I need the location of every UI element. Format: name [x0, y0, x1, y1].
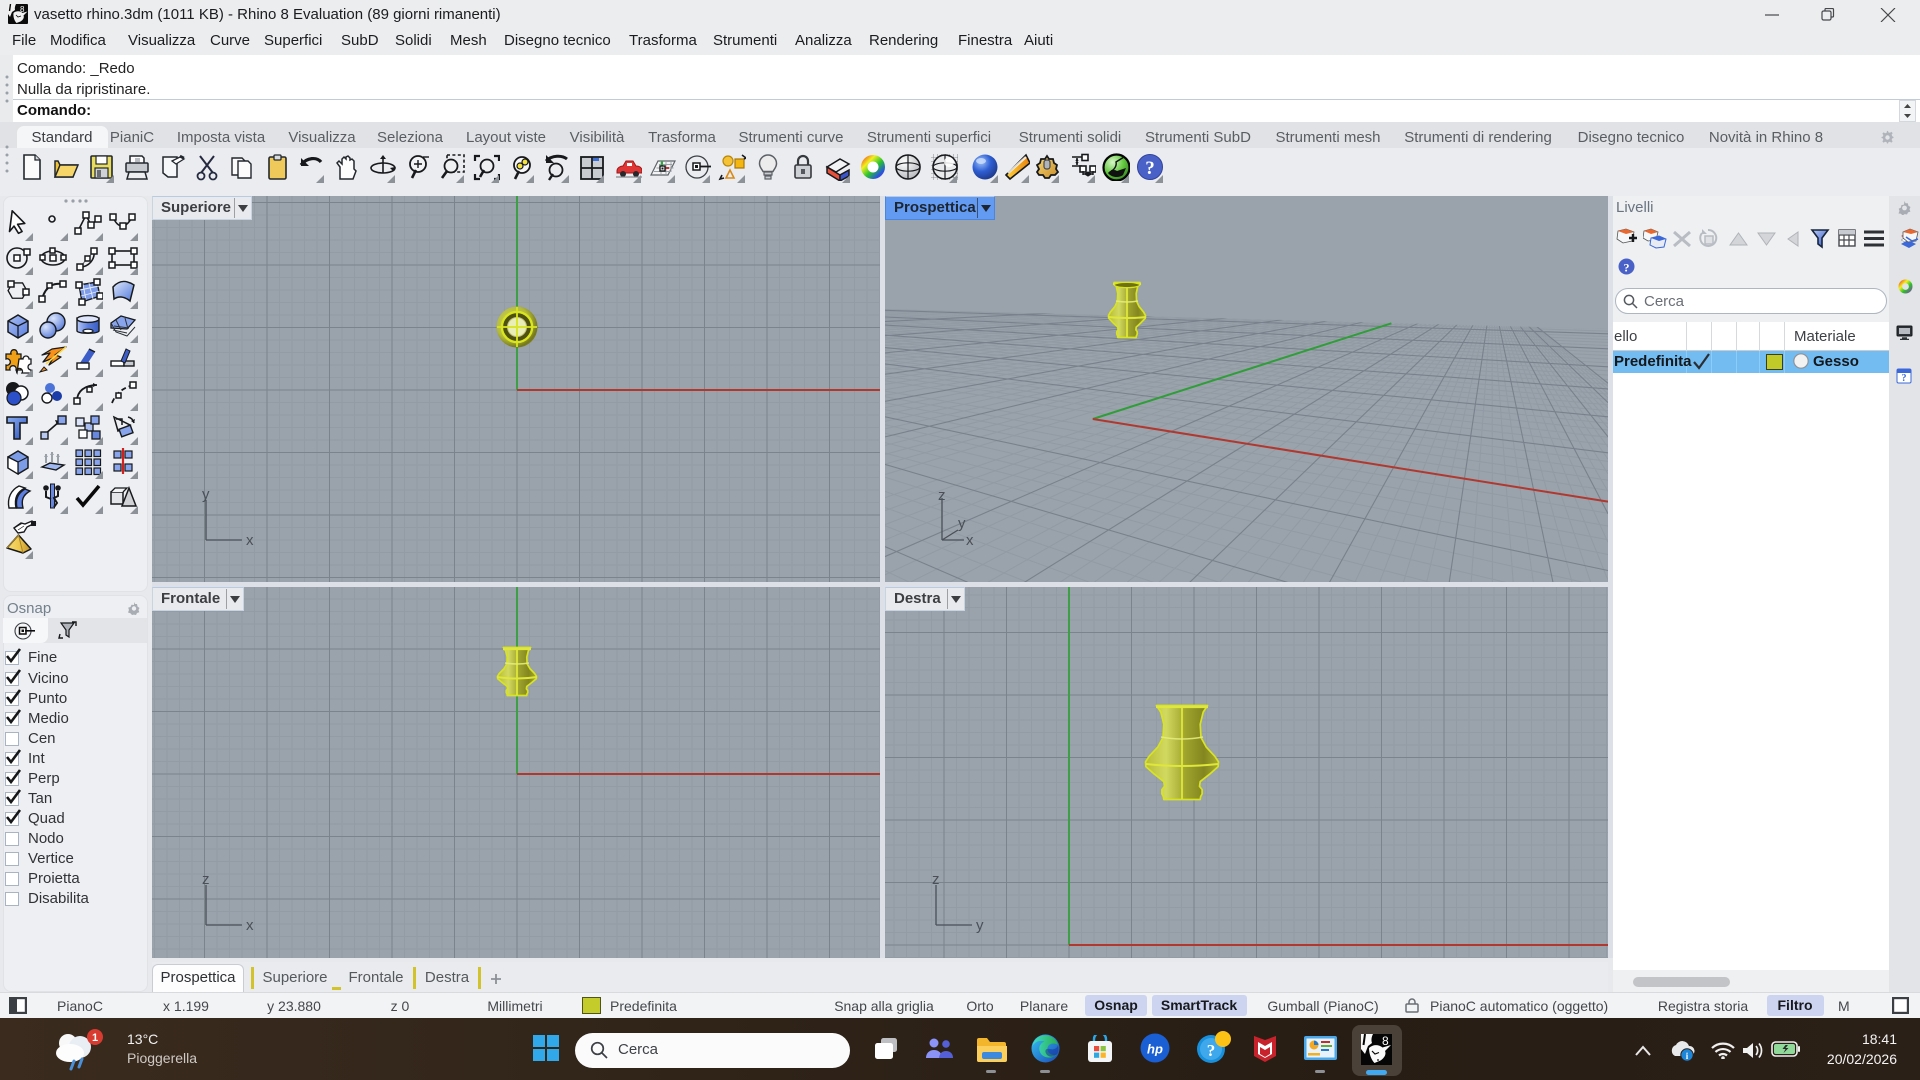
- svg-text:?: ?: [1902, 373, 1907, 384]
- svg-text:x: x: [246, 532, 254, 549]
- svg-text:?: ?: [1207, 1041, 1216, 1060]
- svg-text:?: ?: [1624, 261, 1630, 275]
- svg-text:y: y: [958, 515, 966, 532]
- svg-text:z: z: [932, 875, 940, 888]
- svg-text:x: x: [246, 917, 254, 934]
- svg-text:hp: hp: [1147, 1042, 1163, 1057]
- svg-text:y: y: [976, 917, 984, 934]
- svg-text:z: z: [938, 488, 946, 504]
- svg-text:8: 8: [20, 5, 25, 14]
- svg-text:z: z: [202, 875, 210, 888]
- svg-text:1: 1: [92, 1032, 98, 1044]
- svg-text:8: 8: [1382, 1034, 1389, 1048]
- svg-text:y: y: [202, 490, 210, 503]
- svg-text:x: x: [966, 532, 974, 549]
